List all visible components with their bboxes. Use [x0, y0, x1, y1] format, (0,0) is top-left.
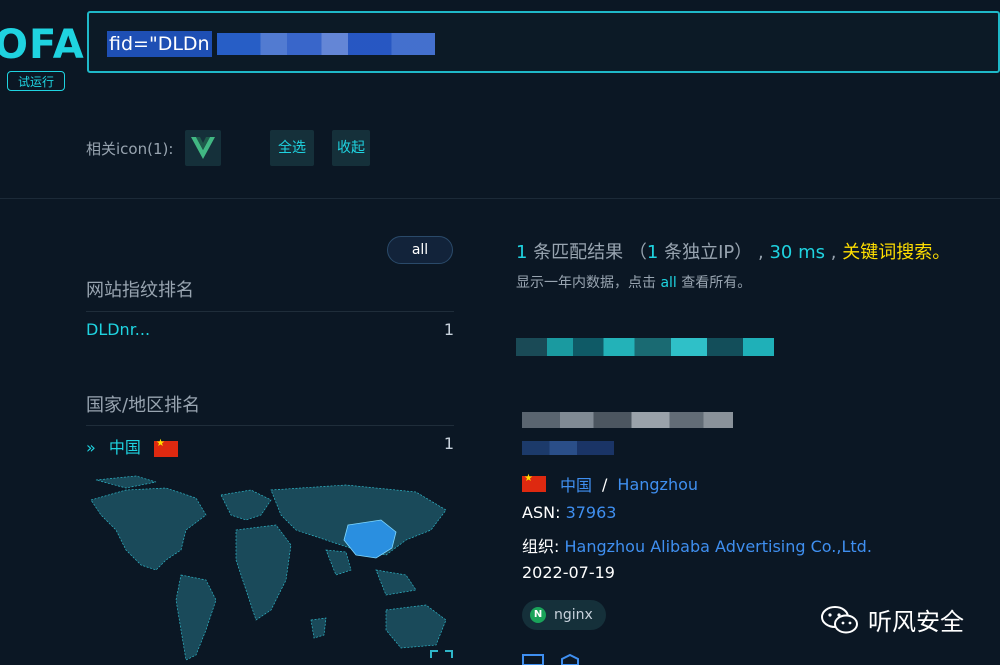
trial-badge: 试运行	[7, 71, 65, 91]
result-count: 1	[516, 242, 528, 263]
divider	[0, 198, 1000, 199]
city-link[interactable]: Hangzhou	[617, 475, 698, 494]
location-row: 中国 / Hangzhou	[522, 472, 698, 496]
query-time: 30 ms	[769, 242, 826, 263]
collapse-button[interactable]: 收起	[332, 130, 370, 166]
all-button[interactable]: all	[387, 236, 453, 264]
country-rank-item[interactable]: » 中国 1	[86, 434, 454, 458]
country-count: 1	[443, 434, 454, 453]
divider	[86, 425, 454, 426]
double-chevron-right-icon: »	[86, 438, 96, 457]
china-flag-icon	[522, 473, 546, 492]
org-label: 组织:	[522, 537, 560, 556]
redacted-subtitle	[522, 441, 614, 455]
org-row: 组织: Hangzhou Alibaba Advertising Co.,Ltd…	[522, 533, 872, 557]
world-map[interactable]	[86, 470, 458, 665]
select-all-button[interactable]: 全选	[270, 130, 314, 166]
country-rank-title: 国家/地区排名	[86, 395, 201, 416]
divider	[86, 311, 454, 312]
related-icons-row: 相关icon(1):	[86, 130, 222, 166]
watermark: 听风安全	[820, 602, 964, 637]
country-link[interactable]: 中国	[560, 472, 592, 496]
asn-link[interactable]: 37963	[566, 503, 617, 522]
search-query-text: fid="DLDn	[107, 31, 212, 57]
note-suffix: 查看所有。	[681, 275, 752, 291]
ip-suffix: 条独立IP）	[664, 242, 753, 263]
redacted-query	[217, 33, 435, 55]
search-input[interactable]: fid="DLDn	[87, 11, 1000, 73]
server-name: nginx	[554, 607, 593, 623]
asn-label: ASN:	[522, 503, 561, 522]
results-note: 显示一年内数据，点击 all 查看所有。	[516, 272, 751, 292]
window-icon	[522, 654, 544, 665]
results-summary: 1 条匹配结果 （1 条独立IP） , 30 ms , 关键词搜索。	[516, 238, 950, 264]
redacted-host-link[interactable]	[516, 338, 774, 356]
asn-row: ASN: 37963	[522, 503, 616, 522]
comma: ,	[758, 242, 764, 263]
org-link[interactable]: Hangzhou Alibaba Advertising Co.,Ltd.	[565, 537, 872, 556]
fingerprint-rank-item[interactable]: DLDnr... 1	[86, 320, 454, 344]
redacted-title	[522, 412, 733, 428]
server-badge[interactable]: N nginx	[522, 600, 606, 630]
date: 2022-07-19	[522, 563, 615, 582]
fingerprint-count: 1	[443, 320, 454, 339]
note-prefix: 显示一年内数据，点击	[516, 275, 656, 291]
nginx-icon: N	[530, 607, 546, 623]
wechat-icon	[821, 605, 858, 633]
expand-icon[interactable]	[430, 650, 453, 658]
keyword-search-link[interactable]: 关键词搜索。	[842, 242, 950, 263]
country-name: 中国	[108, 438, 141, 457]
ip-count: 1	[646, 242, 659, 263]
comma: ,	[830, 242, 837, 263]
related-icons-label: 相关icon(1):	[86, 139, 174, 158]
country-entry[interactable]: » 中国	[86, 434, 178, 458]
separator: /	[602, 474, 608, 494]
fingerprint-name[interactable]: DLDnr...	[86, 320, 150, 339]
ip-prefix: （	[628, 242, 647, 263]
vue-icon[interactable]	[185, 130, 222, 166]
fingerprint-rank-title: 网站指纹排名	[86, 280, 194, 301]
result-count-suffix: 条匹配结果	[533, 242, 624, 263]
watermark-text: 听风安全	[868, 608, 964, 636]
logo-text: OFA	[0, 22, 85, 68]
china-flag-icon	[154, 438, 178, 457]
cube-icon	[561, 653, 579, 665]
fofa-logo[interactable]: OFA 试运行	[0, 8, 84, 91]
note-all-link[interactable]: all	[660, 275, 676, 291]
bottom-icons	[522, 653, 579, 665]
